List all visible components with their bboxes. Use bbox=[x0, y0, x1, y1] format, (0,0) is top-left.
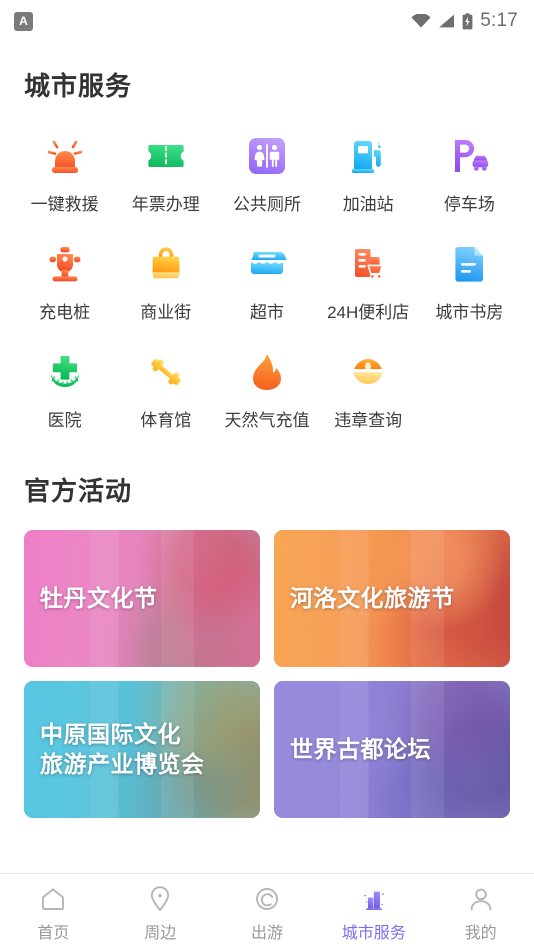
service-item-label: 城市书房 bbox=[435, 303, 504, 322]
service-item-document[interactable]: 城市书房 bbox=[419, 235, 520, 323]
app-badge-icon: A bbox=[14, 11, 33, 31]
service-item-label: 公共厕所 bbox=[232, 195, 301, 214]
activity-card[interactable]: 河洛文化旅游节 bbox=[274, 530, 510, 667]
spiral-travel-icon bbox=[253, 885, 281, 913]
service-item-charging-post[interactable]: 充电桩 bbox=[14, 235, 115, 323]
tab-label: 周边 bbox=[144, 925, 177, 942]
dumbbell-icon bbox=[143, 349, 189, 395]
tab-label: 首页 bbox=[37, 925, 70, 942]
service-item-label: 一键救援 bbox=[30, 195, 99, 214]
tab-home[interactable]: 首页 bbox=[0, 881, 107, 943]
bottom-navigation-bar: 首页 周边 出游 城市服务 我的 bbox=[0, 873, 534, 950]
service-item-label: 医院 bbox=[47, 411, 82, 430]
convenience-store-icon bbox=[345, 241, 391, 287]
activity-card-title-line: 河洛文化旅游节 bbox=[290, 584, 455, 611]
activity-card[interactable]: 世界古都论坛 bbox=[274, 681, 510, 818]
home-icon bbox=[39, 885, 67, 913]
activity-card-title-line: 中原国际文化 bbox=[40, 721, 181, 748]
hospital-cross-icon bbox=[42, 349, 88, 395]
service-item-ticket[interactable]: 年票办理 bbox=[115, 127, 216, 215]
tab-label: 出游 bbox=[250, 925, 283, 942]
service-item-dumbbell[interactable]: 体育馆 bbox=[115, 343, 216, 431]
activity-card-title: 牡丹文化节 bbox=[24, 584, 158, 613]
service-item-convenience-store[interactable]: 24H便利店 bbox=[318, 235, 419, 323]
service-item-store-awning[interactable]: 超市 bbox=[216, 235, 317, 323]
wifi-icon bbox=[411, 14, 431, 28]
service-item-flame[interactable]: 天然气充值 bbox=[216, 343, 317, 431]
activity-card-title: 河洛文化旅游节 bbox=[274, 584, 455, 613]
service-item-parking-car[interactable]: 停车场 bbox=[419, 127, 520, 215]
service-item-label: 充电桩 bbox=[39, 303, 91, 322]
activity-card-title-line: 世界古都论坛 bbox=[290, 735, 431, 762]
clock-time: 5:17 bbox=[480, 10, 518, 31]
service-item-restroom[interactable]: 公共厕所 bbox=[216, 127, 317, 215]
ticket-icon bbox=[143, 133, 189, 179]
document-icon bbox=[446, 241, 492, 287]
police-cap-icon bbox=[345, 349, 391, 395]
restroom-icon bbox=[244, 133, 290, 179]
service-item-label: 违章查询 bbox=[334, 411, 403, 430]
tab-person[interactable]: 我的 bbox=[427, 881, 534, 943]
tab-spiral-travel[interactable]: 出游 bbox=[214, 881, 321, 943]
service-item-label: 商业街 bbox=[140, 303, 192, 322]
parking-car-icon bbox=[446, 133, 492, 179]
service-item-label: 24H便利店 bbox=[327, 303, 410, 322]
status-bar: A 5:17 bbox=[0, 0, 534, 42]
tab-city-buildings[interactable]: 城市服务 bbox=[320, 881, 427, 943]
activity-card-title: 中原国际文化 旅游产业博览会 bbox=[24, 720, 205, 779]
store-awning-icon bbox=[244, 241, 290, 287]
service-item-police-cap[interactable]: 违章查询 bbox=[318, 343, 419, 431]
cellular-signal-icon bbox=[439, 14, 455, 28]
tab-label: 城市服务 bbox=[341, 925, 406, 942]
battery-charging-icon bbox=[462, 12, 473, 29]
location-pin-icon bbox=[146, 885, 174, 913]
official-activities-title: 官方活动 bbox=[24, 476, 133, 506]
activity-card-title-line: 牡丹文化节 bbox=[40, 584, 158, 611]
app-screen: A 5:17 城市服务 一键救援 年票办理 公共厕所 加油站 停车场充电桩 商业街 超市 24… bbox=[0, 0, 534, 950]
service-item-label: 停车场 bbox=[443, 195, 495, 214]
status-bar-right: 5:17 bbox=[411, 10, 518, 32]
charging-post-icon bbox=[42, 241, 88, 287]
gas-pump-icon bbox=[345, 133, 391, 179]
service-item-label: 超市 bbox=[249, 303, 284, 322]
service-item-label: 天然气充值 bbox=[224, 411, 310, 430]
siren-icon bbox=[42, 133, 88, 179]
tab-location-pin[interactable]: 周边 bbox=[107, 881, 214, 943]
city-services-grid: 一键救援 年票办理 公共厕所 加油站 停车场充电桩 商业街 超市 24H便利店 城市书房医院 体育… bbox=[0, 127, 534, 431]
flame-icon bbox=[244, 349, 290, 395]
service-item-siren[interactable]: 一键救援 bbox=[14, 127, 115, 215]
service-item-shopping-bag[interactable]: 商业街 bbox=[115, 235, 216, 323]
activity-card[interactable]: 中原国际文化 旅游产业博览会 bbox=[24, 681, 260, 818]
city-services-section: 城市服务 bbox=[0, 66, 534, 103]
service-item-gas-pump[interactable]: 加油站 bbox=[318, 127, 419, 215]
activity-card[interactable]: 牡丹文化节 bbox=[24, 530, 260, 667]
shopping-bag-icon bbox=[143, 241, 189, 287]
status-bar-left: A bbox=[14, 11, 33, 31]
service-item-label: 年票办理 bbox=[131, 195, 200, 214]
service-item-label: 加油站 bbox=[342, 195, 394, 214]
service-item-hospital-cross[interactable]: 医院 bbox=[14, 343, 115, 431]
official-activities-section: 官方活动 bbox=[0, 471, 534, 508]
activity-card-title-line: 旅游产业博览会 bbox=[40, 750, 205, 777]
tab-label: 我的 bbox=[464, 925, 497, 942]
city-buildings-icon bbox=[360, 885, 388, 913]
service-item-label: 体育馆 bbox=[140, 411, 192, 430]
activity-card-title: 世界古都论坛 bbox=[274, 735, 431, 764]
page-title: 城市服务 bbox=[24, 71, 133, 101]
activity-card-grid: 牡丹文化节 河洛文化旅游节中原国际文化 旅游产业博览会 世界古都论坛 bbox=[0, 530, 534, 818]
person-icon bbox=[467, 885, 495, 913]
